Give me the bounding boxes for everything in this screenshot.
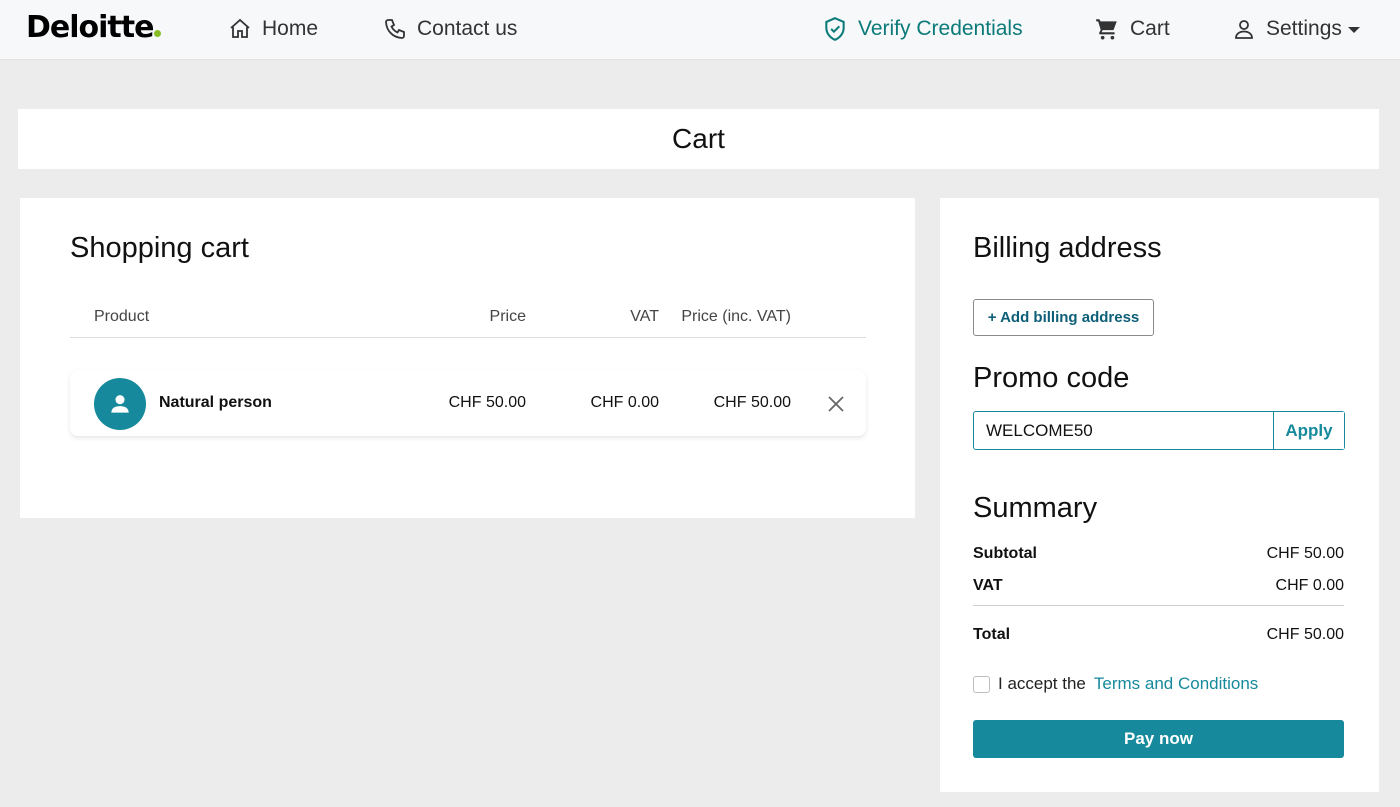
- col-product: Product: [94, 308, 150, 325]
- subtotal-label: Subtotal: [973, 545, 1037, 562]
- apply-promo-button[interactable]: Apply: [1273, 412, 1344, 449]
- shopping-cart-panel: Shopping cart Product Price VAT Price (i…: [20, 198, 915, 518]
- col-price: Price: [489, 308, 526, 325]
- chevron-down-icon: [1347, 27, 1360, 33]
- summary-total-row: Total CHF 50.00: [973, 626, 1344, 644]
- logo-text: Deloitte: [26, 10, 154, 45]
- col-vat: VAT: [630, 308, 659, 325]
- nav-verify-label: Verify Credentials: [858, 17, 1023, 40]
- product-vat: CHF 0.00: [590, 394, 659, 411]
- phone-icon: [385, 19, 405, 39]
- avatar: [94, 378, 146, 430]
- terms-row: I accept the Terms and Conditions: [973, 674, 1258, 694]
- checkout-panel: Billing address + Add billing address Pr…: [940, 198, 1379, 792]
- nav-home-label: Home: [262, 17, 319, 40]
- nav-verify-credentials[interactable]: Verify Credentials: [822, 0, 1023, 58]
- person-icon: [111, 395, 129, 413]
- product-price: CHF 50.00: [448, 394, 526, 411]
- shopping-cart-heading: Shopping cart: [70, 232, 249, 264]
- deloitte-logo[interactable]: Deloitte: [26, 10, 162, 45]
- table-row: Natural person CHF 50.00 CHF 0.00 CHF 50…: [70, 370, 866, 436]
- nav-settings-label: Settings: [1266, 17, 1342, 40]
- page-title: Cart: [672, 123, 725, 154]
- total-value: CHF 50.00: [1266, 626, 1344, 643]
- nav-contact-us[interactable]: Contact us: [383, 0, 517, 58]
- summary-subtotal-row: Subtotal CHF 50.00: [973, 545, 1344, 563]
- nav-settings-dropdown[interactable]: Settings: [1232, 0, 1360, 58]
- top-navbar: Deloitte Home Contact us Verify Credenti…: [0, 0, 1400, 60]
- close-icon[interactable]: [826, 394, 846, 414]
- cart-table-header: Product Price VAT Price (inc. VAT): [70, 306, 866, 338]
- vat-value: CHF 0.00: [1275, 577, 1344, 594]
- nav-home[interactable]: Home: [228, 0, 318, 58]
- product-name: Natural person: [159, 394, 272, 411]
- add-billing-address-button[interactable]: + Add billing address: [973, 299, 1154, 336]
- cart-icon: [1096, 19, 1117, 40]
- nav-contact-label: Contact us: [417, 17, 518, 40]
- summary-heading: Summary: [973, 492, 1098, 524]
- terms-prefix: I accept the: [998, 674, 1086, 693]
- terms-checkbox[interactable]: [973, 675, 990, 693]
- user-icon: [1235, 20, 1253, 39]
- subtotal-value: CHF 50.00: [1266, 545, 1344, 562]
- product-price-inc-vat: CHF 50.00: [713, 394, 791, 411]
- logo-dot-icon: [154, 30, 162, 37]
- nav-cart[interactable]: Cart: [1094, 0, 1170, 58]
- shield-check-icon: [825, 17, 845, 41]
- summary-vat-row: VAT CHF 0.00: [973, 577, 1344, 595]
- summary-divider: [973, 605, 1344, 606]
- page-title-bar: Cart: [18, 109, 1379, 169]
- col-price-inc-vat: Price (inc. VAT): [681, 308, 791, 325]
- home-icon: [230, 18, 250, 38]
- promo-code-heading: Promo code: [973, 362, 1130, 394]
- vat-label: VAT: [973, 577, 1003, 594]
- promo-code-input[interactable]: [974, 412, 1273, 449]
- nav-cart-label: Cart: [1130, 17, 1170, 40]
- total-label: Total: [973, 626, 1011, 643]
- pay-now-button[interactable]: Pay now: [973, 720, 1344, 758]
- terms-link[interactable]: Terms and Conditions: [1094, 674, 1258, 694]
- billing-address-heading: Billing address: [973, 232, 1162, 264]
- promo-code-group: Apply: [973, 411, 1345, 450]
